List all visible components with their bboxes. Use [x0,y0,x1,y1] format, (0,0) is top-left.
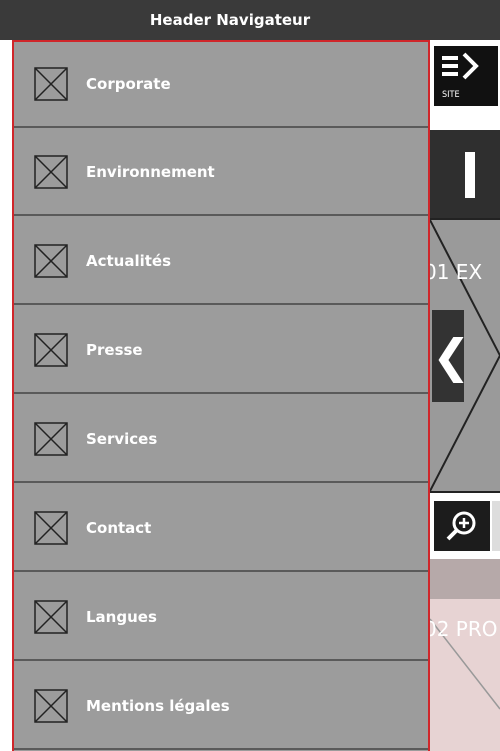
image-placeholder-icon [34,155,68,189]
menu-item-services[interactable]: Services [14,397,428,483]
image-placeholder-icon [34,422,68,456]
menu-item-corporate[interactable]: Corporate [14,42,428,128]
zoom-button[interactable] [434,501,490,551]
title-band [430,130,500,218]
menu-item-presse[interactable]: Presse [14,308,428,394]
menu-item-label: Environnement [86,163,215,181]
zoom-bar [430,493,500,559]
site-toggle-area: SITE [430,40,500,118]
image-placeholder-icon [34,600,68,634]
navigation-drawer: Corporate Environnement Actualités Press… [12,40,430,751]
menu-item-langues[interactable]: Langues [14,575,428,661]
menu-item-label: Contact [86,519,152,537]
image-placeholder-icon [34,689,68,723]
menu-item-label: Langues [86,608,157,626]
image-placeholder-icon [34,244,68,278]
menu-item-actualites[interactable]: Actualités [14,219,428,305]
menu-item-label: Corporate [86,75,171,93]
menu-item-label: Mentions légales [86,697,230,715]
chevron-left-icon: ❮ [432,330,471,382]
second-section-title: 02 PRO [430,617,498,641]
second-section: 02 PRO [430,599,500,751]
previous-slide-button[interactable]: ❮ [432,310,471,402]
header-title: Header Navigateur [149,11,311,29]
slide-title: 01 EX [430,260,483,284]
header-bar: Header Navigateur [0,0,500,40]
image-placeholder-icon [34,67,68,101]
menu-item-mentions-legales[interactable]: Mentions légales [14,664,428,750]
zoom-in-icon [446,511,476,541]
menu-arrow-icon [442,52,479,80]
image-placeholder-icon [34,511,68,545]
menu-item-label: Actualités [86,252,172,270]
menu-item-label: Presse [86,341,143,359]
site-menu-button[interactable]: SITE [434,46,498,106]
title-placeholder [465,152,475,198]
menu-item-label: Services [86,430,158,448]
menu-item-contact[interactable]: Contact [14,486,428,572]
section-divider [430,559,500,599]
zoom-divider [492,501,500,551]
menu-item-environnement[interactable]: Environnement [14,130,428,216]
image-placeholder-icon [34,333,68,367]
slideshow: 01 EX ❮ [430,218,500,493]
site-label: SITE [442,90,460,100]
